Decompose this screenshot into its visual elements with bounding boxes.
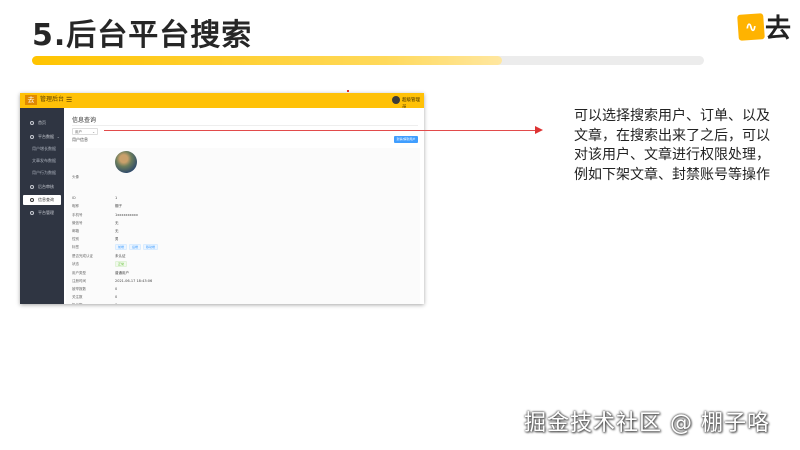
app-sidebar: 首页 平台数据 ⌄ 用户增长数据 文章发布数据 用户行为数据 后台审核 信息查询 … [20,108,64,304]
annotation-arrow-line [104,130,537,131]
user-field-label: 昵称 [72,204,79,208]
user-avatar[interactable] [392,96,400,104]
app-name: 管理后台 [40,96,65,103]
user-field-label: 用户类型 [72,271,86,275]
admin-screenshot: 去 管理后台 ☰ 超级管理员 首页 平台数据⌄ 用户增长数据 文章发布数据 用户… [20,93,424,304]
sidebar-item-user-behavior[interactable]: 用户行为数据 [20,168,64,178]
app-logo-icon: 去 [25,95,37,105]
user-field-label: 性别 [72,237,79,241]
user-field-value: 未认证 [115,254,126,258]
user-field-label: 注册时间 [72,279,86,283]
user-field-value: 1 [115,196,118,200]
user-field-row: 注册时间 2021-06-17 18:43:06 [72,278,152,284]
review-icon [30,185,34,189]
page-title: 信息查询 [72,117,97,124]
sidebar-item-label: 用户增长数据 [32,146,56,151]
user-field-label: 手机号 [72,213,83,217]
sidebar-item-label: 用户行为数据 [32,170,56,175]
user-field-value: 0 [115,295,118,299]
user-field-row: 粉丝数 0 [72,302,117,304]
description-text: 可以选择搜索用户、订单、以及文章，在搜索出来了之后，可以对该用户、文章进行权限处… [574,108,770,183]
sidebar-item-platform-data[interactable]: 平台数据 ⌄ [20,132,64,142]
user-field-label: 关注数 [72,295,83,299]
chevron-down-icon: ⌄ [92,130,95,134]
slide-title: 5.后台平台搜索 [32,18,253,53]
user-field-value: 男 [115,237,119,241]
sidebar-item-label: 平台管理 [38,210,54,215]
sidebar-item-label: 平台数据 [38,134,54,139]
user-field-label: 微信号 [72,221,83,225]
sidebar-item-platform-manage[interactable]: 平台管理 [20,208,64,218]
ban-user-button[interactable]: 封禁/解封用户 [394,136,418,143]
divider [72,125,418,126]
user-field-label: ID [72,196,76,200]
search-type-select[interactable]: 用户 ⌄ [72,128,98,135]
tag-badge: 移动端 [143,244,159,250]
user-field-row: 昵称 棚子 [72,203,122,209]
sidebar-item-search[interactable]: 信息查询 [23,195,61,205]
user-field-row: 头像 [72,174,79,180]
app-topbar: 去 管理后台 ☰ 超级管理员 [20,93,424,110]
chart-icon [30,135,34,139]
user-field-label: 头像 [72,175,79,179]
home-icon [30,121,34,125]
user-field-value: 棚子 [115,204,122,208]
user-field-value: 2021-06-17 18:43:06 [115,279,153,283]
user-field-row: 被举报数 0 [72,286,117,292]
user-field-row: 性别 男 [72,236,119,242]
user-field-value: 正常 [115,261,129,267]
sidebar-item-home[interactable]: 首页 [20,118,64,128]
brand-logo-icon: ∿ [737,12,765,41]
brand-logo-text: 去 [765,14,792,44]
user-field-value: 0 [115,287,118,291]
user-field-row: 用户类型 普通用户 [72,270,129,276]
user-field-value: 0 [115,302,117,304]
user-field-row: ID 1 [72,195,117,201]
user-field-value: 普通用户 [115,271,129,275]
annotation-arrow-head [535,126,543,134]
user-field-row: 标签 前端 后端 移动端 [72,244,159,250]
user-field-value: 无 [115,221,119,225]
result-heading: 用户信息 [72,137,88,142]
slide-progress-fill [32,56,503,65]
sidebar-item-label: 文章发布数据 [32,158,56,163]
user-field-row: 关注数 0 [72,294,117,300]
watermark: 掘金技术社区 @ 棚子咯 [524,411,770,436]
user-field-row: 微信号 无 [72,220,119,226]
tag-badge: 前端 [115,244,128,250]
tag-badge: 后端 [129,244,142,250]
tag-badge: 正常 [115,261,128,267]
user-field-value: 无 [115,229,119,233]
search-type-value: 用户 [75,130,82,134]
user-field-row: 邮箱 无 [72,228,119,234]
brand-logo: ∿ 去 [737,8,792,45]
user-field-label: 状态 [72,262,79,266]
sidebar-item-label: 首页 [38,120,46,125]
sidebar-item-label: 信息查询 [38,197,54,202]
user-field-label: 邮箱 [72,229,79,233]
user-field-value: 前端 后端 移动端 [115,244,160,250]
chevron-down-icon: ⌄ [56,134,60,139]
search-icon [30,198,34,202]
sidebar-item-review[interactable]: 后台审核 [20,182,64,192]
user-field-row: 手机号 1xxxxxxxxxx [72,212,138,218]
settings-icon [30,211,34,215]
sidebar-item-label: 后台审核 [38,184,54,189]
profile-avatar [115,151,137,173]
user-field-value: 1xxxxxxxxxx [115,213,138,217]
annotation-marker [347,90,349,92]
sidebar-item-user-growth[interactable]: 用户增长数据 [20,144,64,154]
app-main: 信息查询 用户 ⌄ 用户信息 封禁/解封用户 头像 ID 1 昵称 棚子手机号 1xxxxx… [64,108,424,304]
user-field-label: 被举报数 [72,287,86,291]
user-field-label: 是否完成认证 [72,254,93,258]
user-field-row: 是否完成认证 未认证 [72,253,126,259]
sidebar-item-article-data[interactable]: 文章发布数据 [20,156,64,166]
user-field-row: 状态 正常 [72,261,128,267]
slide-progress-bar [32,56,704,65]
user-field-label: 粉丝数 [72,303,83,304]
user-field-label: 标签 [72,245,79,249]
hamburger-icon[interactable]: ☰ [66,97,72,104]
